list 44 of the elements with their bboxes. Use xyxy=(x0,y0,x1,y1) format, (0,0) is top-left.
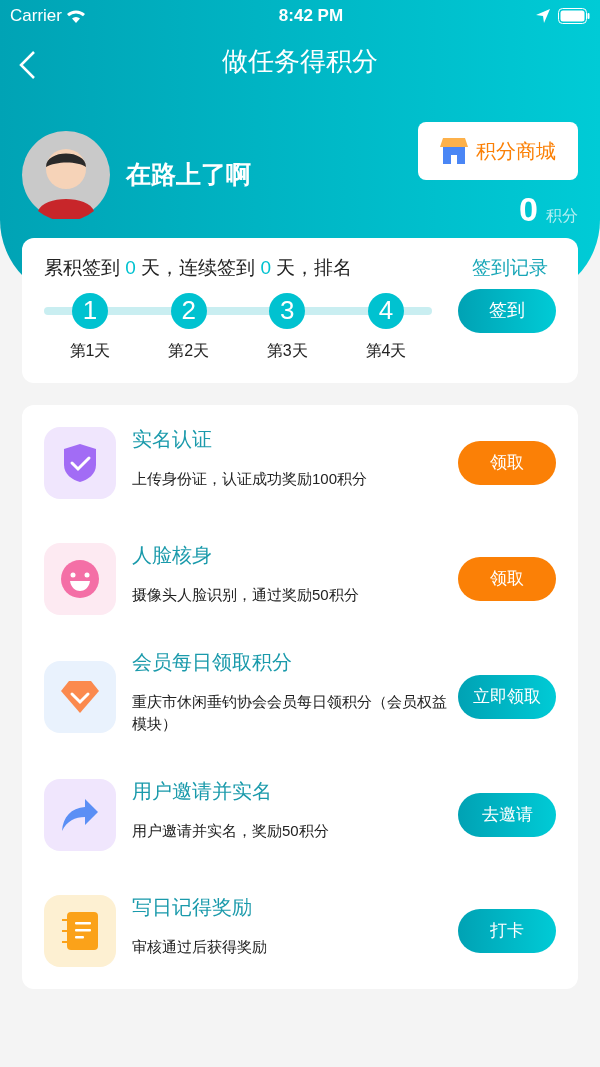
points-value: 0 xyxy=(519,192,538,226)
user-name: 在路上了啊 xyxy=(126,159,251,191)
task-description: 摄像头人脸识别，通过奖励50积分 xyxy=(132,584,360,605)
task-button[interactable]: 领取 xyxy=(458,440,556,485)
checkin-button[interactable]: 签到 xyxy=(458,288,556,333)
task-description: 上传身份证，认证成功奖励100积分 xyxy=(132,468,369,489)
checkin-summary: 累积签到 0 天，连续签到 0 天，排名 xyxy=(44,256,353,280)
day-number: 4 xyxy=(367,292,404,329)
task-description: 重庆市休闲垂钓协会会员每日领积分（会员权益模块） xyxy=(132,691,448,734)
points-mall-button[interactable]: 积分商城 xyxy=(418,122,578,180)
carrier-label: Carrier xyxy=(10,5,62,28)
shield-check-icon xyxy=(63,442,97,483)
day-number: 2 xyxy=(170,292,207,329)
task-button[interactable]: 打卡 xyxy=(458,908,556,953)
points-unit: 积分 xyxy=(546,206,578,226)
task-button[interactable]: 立即领取 xyxy=(458,674,556,719)
day-number: 1 xyxy=(72,292,108,329)
task-title: 用户邀请并实名 xyxy=(132,778,273,804)
task-title: 写日记得奖励 xyxy=(132,894,253,920)
day-number: 3 xyxy=(269,292,306,329)
day-label: 第1天 xyxy=(69,340,111,361)
task-title: 会员每日领取积分 xyxy=(132,649,293,675)
page-title: 做任务得积分 xyxy=(222,44,378,78)
diamond-icon xyxy=(60,679,100,714)
back-chevron-icon xyxy=(18,50,36,80)
notebook-icon xyxy=(61,910,99,951)
task-title: 人脸核身 xyxy=(132,542,213,568)
task-button[interactable]: 去邀请 xyxy=(458,792,556,837)
smiley-icon xyxy=(61,559,99,598)
store-icon xyxy=(440,137,468,165)
day-label: 第2天 xyxy=(168,340,210,361)
task-description: 审核通过后获得奖励 xyxy=(132,936,268,957)
checkin-record-link[interactable]: 签到记录 xyxy=(472,254,548,283)
battery-icon xyxy=(558,8,590,24)
location-arrow-icon xyxy=(536,9,550,23)
status-time: 8:42 PM xyxy=(278,5,344,28)
day-label: 第4天 xyxy=(365,340,407,361)
task-title: 实名认证 xyxy=(132,426,213,452)
wifi-icon xyxy=(65,9,86,23)
avatar-icon xyxy=(22,131,110,219)
task-description: 用户邀请并实名，奖励50积分 xyxy=(132,820,330,841)
task-button[interactable]: 领取 xyxy=(458,556,556,601)
share-arrow-icon xyxy=(61,797,99,832)
day-label: 第3天 xyxy=(266,340,308,361)
